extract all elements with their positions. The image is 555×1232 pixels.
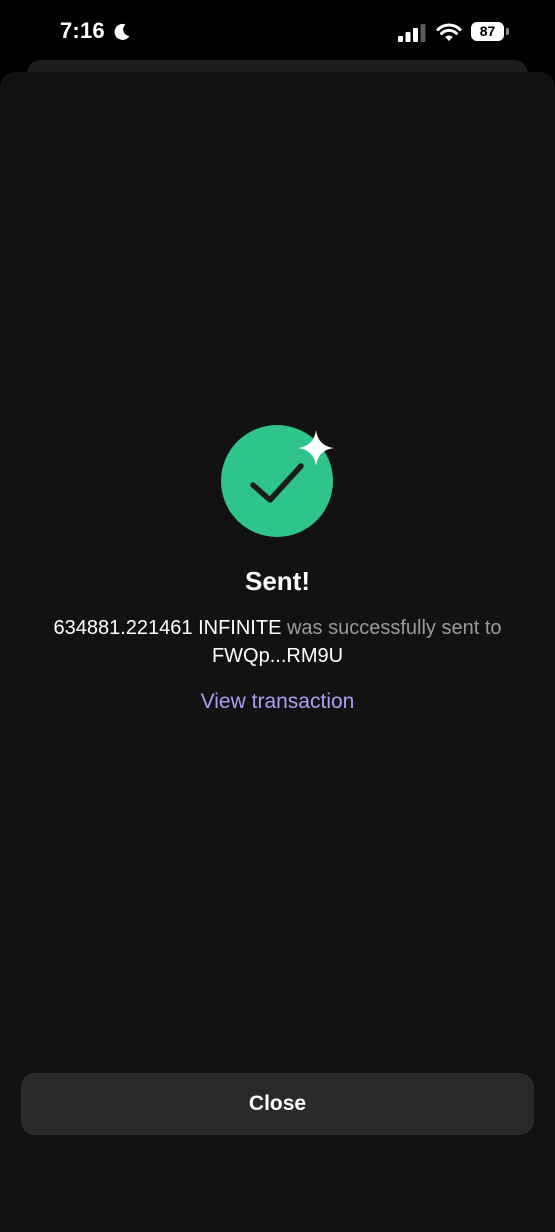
view-transaction-link[interactable]: View transaction: [0, 690, 555, 714]
battery-tip: [506, 28, 509, 35]
result-title: Sent!: [245, 566, 310, 596]
sparkle-icon: [298, 430, 334, 466]
sent-amount: 634881.221461 INFINITE: [53, 617, 282, 639]
signal-icon: [398, 24, 426, 42]
status-bar: 7:16 87: [0, 0, 555, 66]
battery-level: 87: [479, 23, 496, 39]
recipient-address: FWQp...RM9U: [211, 645, 344, 667]
result-message: 634881.221461 INFINITE was successfully …: [40, 614, 515, 670]
wifi-icon: [436, 23, 462, 41]
moon-icon: [114, 23, 130, 40]
battery-icon: 87: [471, 22, 511, 43]
status-time: 7:16: [60, 18, 105, 43]
close-button[interactable]: Close: [21, 1073, 534, 1135]
message-text: was successfully sent to: [286, 617, 502, 639]
